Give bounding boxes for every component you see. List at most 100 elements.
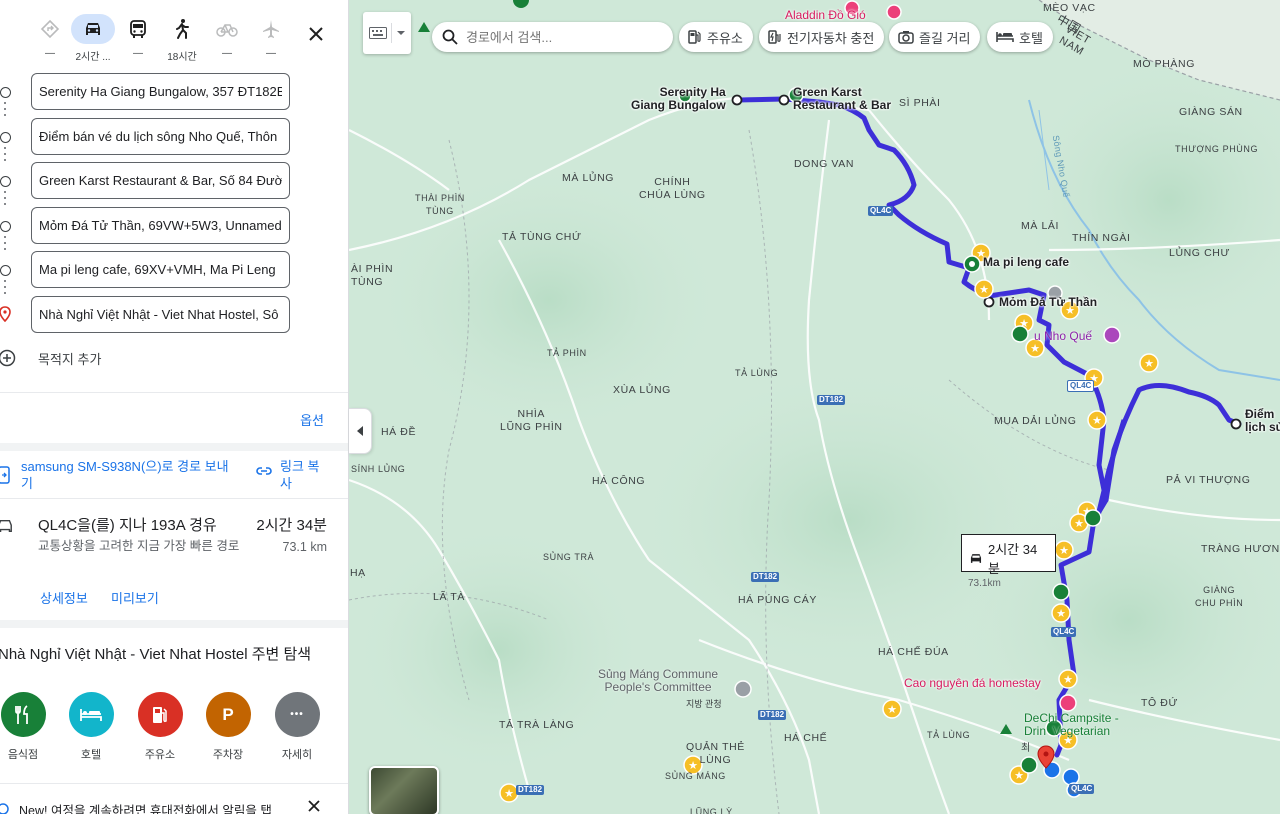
search-along-route[interactable] <box>432 22 673 52</box>
poi-label-mom-da[interactable]: Mỏm Đá Tử Thần <box>999 296 1097 309</box>
preview-button[interactable]: 미리보기 <box>111 588 159 607</box>
waypoint-circle-icon <box>0 87 11 98</box>
waypoint-input[interactable] <box>31 73 290 110</box>
poi-label-sung-mang-committee[interactable]: Sủng Máng Commune People's Committee <box>598 668 718 694</box>
close-icon[interactable] <box>302 20 330 48</box>
hotel-icon <box>996 32 1014 42</box>
waypoint-row <box>0 206 348 251</box>
waypoint-circle-icon <box>0 265 11 277</box>
close-notification-icon[interactable] <box>308 800 322 814</box>
directions-panel: — 2시간 ... — 18시간 — — Serenity Ha Giang B… <box>0 0 349 814</box>
keyboard-icon <box>369 27 387 39</box>
place-label: LỦNG CHƯ <box>1169 247 1231 259</box>
place-label: MÒ PHÀNG <box>1133 58 1195 70</box>
waypoint-input[interactable] <box>31 117 290 155</box>
waypoint-input[interactable] <box>31 251 290 289</box>
layers-thumbnail[interactable] <box>369 766 439 814</box>
add-destination-button[interactable]: 목적지 추가 <box>0 346 101 370</box>
search-icon <box>442 29 458 45</box>
drag-dots-icon[interactable] <box>4 102 7 116</box>
drag-dots-icon[interactable] <box>4 280 7 295</box>
chip-things-to-do[interactable]: 즐길 거리 <box>889 22 981 52</box>
svg-text:★: ★ <box>504 787 514 800</box>
explore-nearby-title: Nhà Nghỉ Việt Nhật - Viet Nhat Hostel 주변… <box>0 646 312 663</box>
waypoint-row <box>0 250 348 295</box>
place-label: LŨNG LỲ <box>690 807 733 814</box>
category-more[interactable]: ••• 자세히 <box>267 692 327 762</box>
waypoint-row <box>0 295 348 340</box>
waypoint-input[interactable] <box>31 206 290 244</box>
poi-label-serenity[interactable]: Serenity Ha Giang Bungalow <box>631 86 726 112</box>
waypoint-input[interactable] <box>31 162 290 200</box>
svg-text:★: ★ <box>1059 544 1069 557</box>
poi-label-choe: 최 <box>1021 743 1031 754</box>
mode-transit[interactable]: — <box>116 14 160 62</box>
copy-link-button[interactable]: 링크 복사 <box>280 458 330 492</box>
mode-flight[interactable]: — <box>249 14 293 62</box>
chevron-down-icon <box>397 31 405 35</box>
add-circle-icon <box>0 349 16 367</box>
drag-dots-icon[interactable] <box>4 235 7 250</box>
svg-text:★: ★ <box>1030 342 1040 355</box>
place-label: HÁ ĐỀ <box>381 426 417 438</box>
car-icon <box>0 519 12 533</box>
collapse-panel-button[interactable] <box>349 408 372 454</box>
send-to-phone-link[interactable]: samsung SM-S938N(으)로 경로 보내기 <box>21 458 231 492</box>
category-gas-stations[interactable]: 주유소 <box>130 692 190 762</box>
road-shield: DT182 <box>817 395 846 405</box>
place-label: MÈO VẠC <box>1043 2 1096 14</box>
directions-icon <box>28 14 72 44</box>
place-label: SỦNG MÁNG <box>665 771 726 781</box>
destination-input[interactable] <box>31 295 290 333</box>
mode-best[interactable]: — <box>28 14 72 62</box>
category-parking[interactable]: P 주차장 <box>198 692 258 762</box>
details-button[interactable]: 상세정보 <box>40 588 88 607</box>
ev-charging-icon <box>768 30 781 44</box>
place-label: TẢ PHÌN <box>547 348 587 358</box>
route-option[interactable]: QL4C을(를) 지나 193A 경유 2시간 34분 교통상황을 고려한 지금… <box>0 512 348 620</box>
drag-dots-icon[interactable] <box>4 146 7 161</box>
place-label: THÀI PHÌN TÙNG <box>415 193 465 216</box>
place-label: HÁ CÔNG <box>592 475 646 487</box>
chip-hotels[interactable]: 호텔 <box>987 22 1053 52</box>
options-button[interactable]: 옵션 <box>300 410 324 429</box>
poi-label-cao-nguyen[interactable]: Cao nguyên đá homestay <box>904 677 1041 690</box>
mode-driving[interactable]: 2시간 ... <box>71 14 115 63</box>
travel-mode-bar: — 2시간 ... — 18시간 — — <box>28 14 328 64</box>
place-label: SÌ PHÀI <box>899 97 941 109</box>
poi-label-green-karst[interactable]: Green Karst Restaurant & Bar <box>793 86 891 112</box>
road-shield: DT182 <box>516 785 545 795</box>
svg-text:★: ★ <box>887 703 897 716</box>
chip-ev-charging[interactable]: 전기자동차 충전 <box>759 22 885 52</box>
category-restaurants[interactable]: 음식점 <box>0 692 53 762</box>
map-canvas[interactable]: ★ ★ ★ ★ ★ ★ ★ ★ ★ ★ ★ ★ ★ ★ ★ ★ ★ ★ 경로에서… <box>349 0 1280 814</box>
place-label: TẢ TÙNG CHỨ <box>502 231 582 243</box>
waypoint-circle-icon <box>0 176 11 188</box>
bicycle-icon <box>205 14 249 44</box>
road-shield: DT182 <box>758 710 787 720</box>
place-label: THƯỢNG PHÙNG <box>1175 144 1259 154</box>
search-input[interactable] <box>466 29 656 45</box>
route-duration-callout[interactable]: 2시간 34분 73.1km <box>961 534 1056 589</box>
keyboard-toggle-button[interactable] <box>363 12 411 54</box>
place-label: TẢ LÙNG <box>735 368 779 378</box>
place-label: TRÀNG HƯƠNG <box>1201 543 1280 555</box>
route-distance: 73.1 km <box>282 540 327 554</box>
poi-label-nho-que[interactable]: u Nho Quế <box>1034 330 1092 343</box>
mode-cycling[interactable]: — <box>205 14 249 62</box>
place-label: MÀ LỦNG <box>562 172 615 184</box>
poi-label-aladdin[interactable]: Aladdin Đồ Gió <box>785 9 866 22</box>
mode-walking[interactable]: 18시간 <box>160 14 204 63</box>
poi-label-dechi[interactable]: DeChi Campsite - Drin Vegetarian <box>1024 712 1119 738</box>
place-label: TẢ TRÀ LÀNG <box>499 719 575 731</box>
drag-dots-icon[interactable] <box>4 191 7 206</box>
poi-label-ma-pi-leng[interactable]: Ma pi leng cafe <box>983 256 1069 269</box>
chip-gas-stations[interactable]: 주유소 <box>679 22 753 52</box>
poi-label-local-office: 지방 관청 <box>686 699 722 709</box>
airplane-icon <box>249 14 293 44</box>
poi-label-diem[interactable]: Điểm lịch sử <box>1245 408 1280 434</box>
place-label: QUẢN THẺ LÙNG <box>686 741 745 766</box>
category-hotels[interactable]: 호텔 <box>61 692 121 762</box>
bus-icon <box>116 14 160 44</box>
divider <box>0 392 348 393</box>
